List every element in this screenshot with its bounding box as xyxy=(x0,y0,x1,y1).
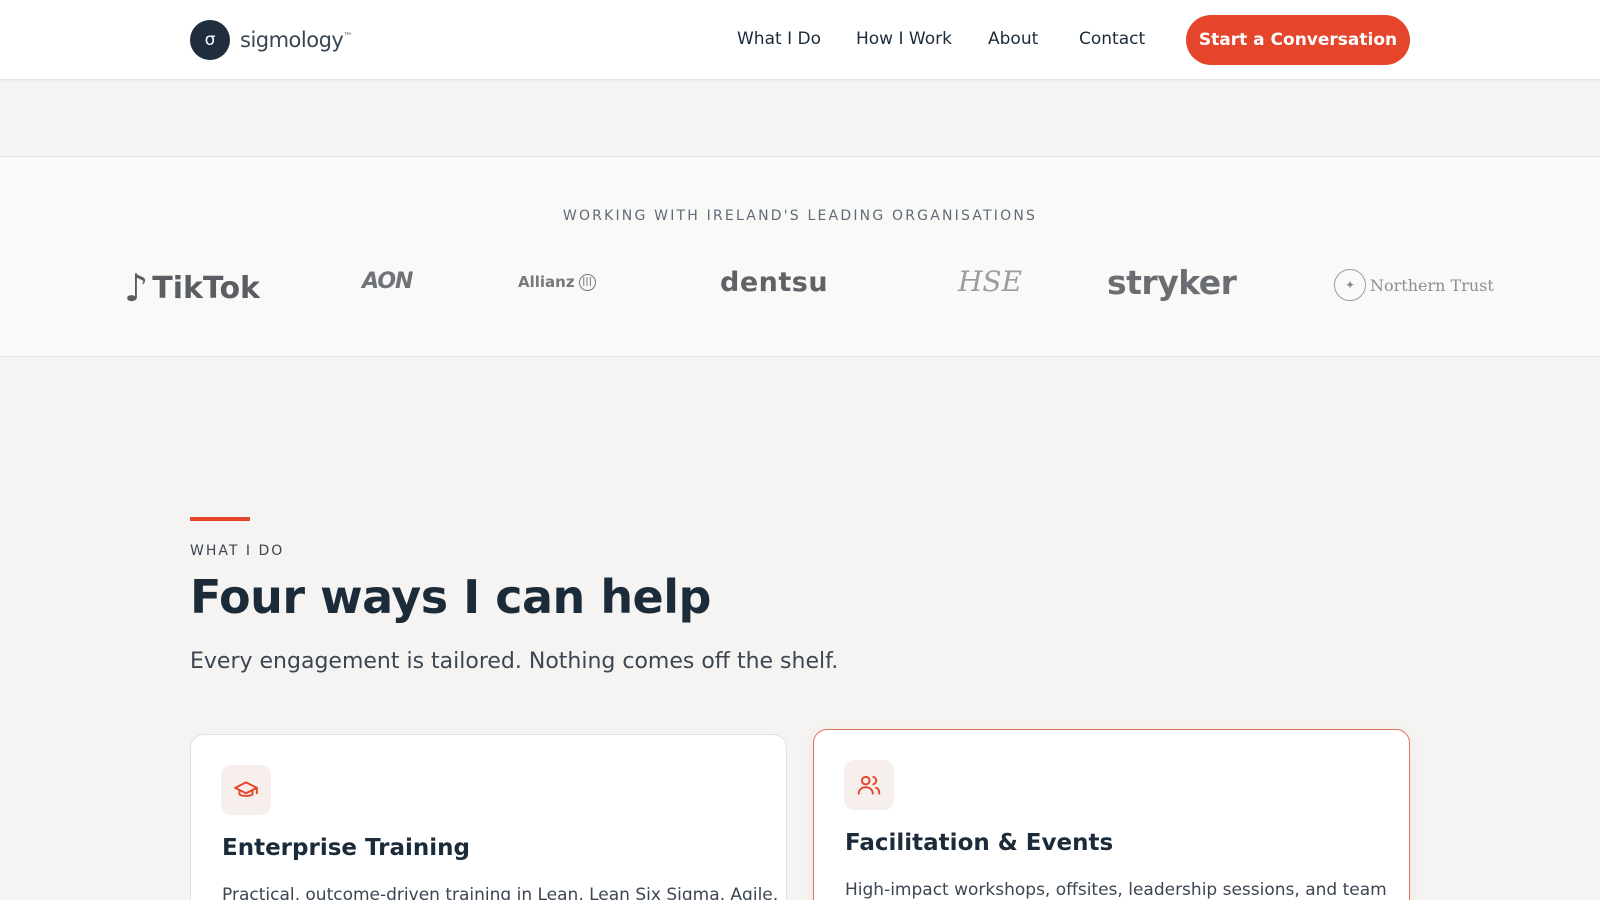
allianz-eagle-icon: ||| xyxy=(578,273,596,291)
dentsu-logo: dentsu xyxy=(720,267,828,298)
card-description: High-impact workshops, offsites, leaders… xyxy=(845,880,1387,900)
section-title: Four ways I can help xyxy=(190,570,711,624)
clients-heading: WORKING WITH IRELAND'S LEADING ORGANISAT… xyxy=(562,208,1038,224)
logo-mark: σ xyxy=(190,20,230,60)
client-logos-strip: WORKING WITH IRELAND'S LEADING ORGANISAT… xyxy=(0,156,1600,357)
section-eyebrow: WHAT I DO xyxy=(190,543,285,559)
hse-logo: HSE xyxy=(958,265,1022,298)
users-icon xyxy=(844,760,894,810)
dentsu-wordmark: dentsu xyxy=(720,267,829,298)
tiktok-icon: ♪ xyxy=(124,266,149,310)
allianz-wordmark: Allianz xyxy=(518,273,575,291)
stryker-wordmark: stryker xyxy=(1107,263,1237,302)
aon-logo: AON xyxy=(362,269,413,294)
logo-trademark: ™ xyxy=(343,32,352,42)
nav-what-i-do[interactable]: What I Do xyxy=(737,29,821,49)
card-title: Enterprise Training xyxy=(222,835,471,861)
card-description: Practical, outcome-driven training in Le… xyxy=(222,885,779,900)
nav-about[interactable]: About xyxy=(988,29,1038,49)
graduation-cap-icon xyxy=(221,765,271,815)
service-card-facilitation-events[interactable]: Facilitation & Events High-impact worksh… xyxy=(813,729,1410,900)
hse-wordmark: HSE xyxy=(958,265,1023,298)
northern-trust-wordmark: Northern Trust xyxy=(1370,275,1494,295)
tiktok-wordmark: TikTok xyxy=(152,270,261,306)
tiktok-logo: ♪ TikTok xyxy=(124,266,260,310)
allianz-logo: Allianz ||| xyxy=(518,273,596,291)
nav-contact[interactable]: Contact xyxy=(1079,29,1145,49)
logo-text: sigmology xyxy=(240,28,344,52)
service-card-enterprise-training[interactable]: Enterprise Training Practical, outcome-d… xyxy=(190,734,787,900)
nav-how-i-work[interactable]: How I Work xyxy=(856,29,952,49)
site-header: σ sigmology™ What I Do How I Work About … xyxy=(0,0,1600,80)
logo-wordmark: sigmology™ xyxy=(240,28,352,52)
brand-logo[interactable]: σ sigmology™ xyxy=(190,20,352,60)
start-conversation-button[interactable]: Start a Conversation xyxy=(1186,15,1410,65)
section-accent-bar xyxy=(190,517,250,521)
aon-wordmark: AON xyxy=(362,269,413,294)
northern-trust-logo: ✦ Northern Trust xyxy=(1334,269,1494,301)
northern-trust-seal-icon: ✦ xyxy=(1334,269,1366,301)
section-subtitle: Every engagement is tailored. Nothing co… xyxy=(190,649,839,674)
stryker-logo: stryker xyxy=(1107,263,1237,302)
card-title: Facilitation & Events xyxy=(845,830,1114,856)
